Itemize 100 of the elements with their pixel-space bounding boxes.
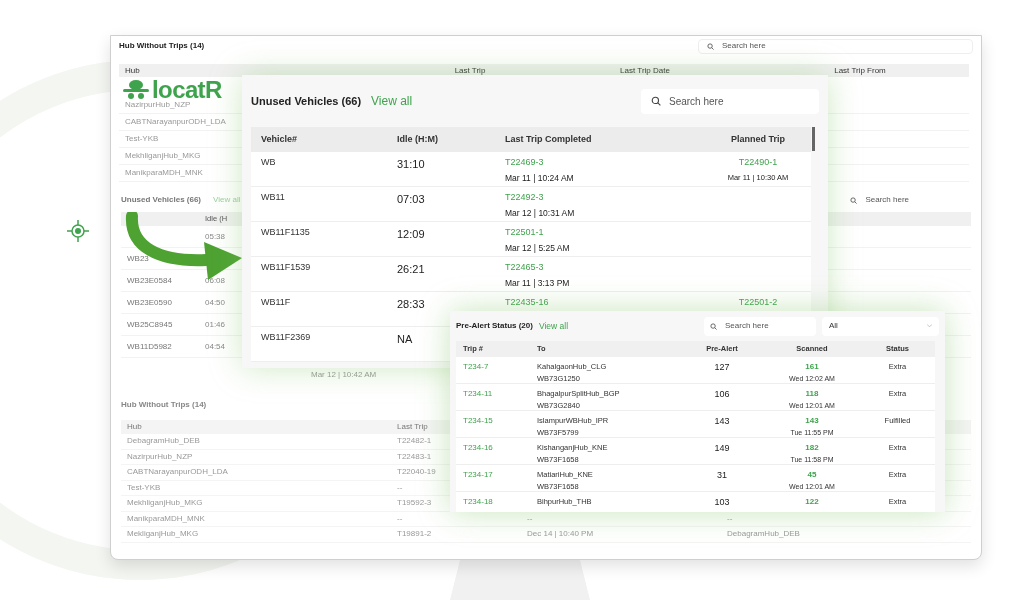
card-title: Unused Vehicles (66)	[251, 93, 362, 109]
table-cell: 04:54	[205, 340, 226, 353]
table-cell: T19891-2	[397, 528, 432, 541]
card-title: Pre-Alert Status (20)	[456, 320, 533, 332]
section-title: Hub Without Trips (14)	[121, 400, 207, 409]
table-cell: WB11D5982	[127, 341, 172, 351]
trip-link[interactable]: T22490-1	[738, 156, 778, 170]
table-cell-text: 07:03	[397, 192, 425, 207]
table-cell-text: 149	[714, 442, 730, 455]
search-icon	[651, 96, 661, 106]
table-cell: 143	[805, 415, 819, 427]
column-header: Last Trip Completed	[505, 132, 592, 146]
table-cell-text: WB	[261, 156, 276, 169]
table-cell: 45	[807, 469, 817, 481]
table-cell-text: 103	[714, 496, 730, 509]
table-cell: 05:38	[205, 230, 226, 243]
search-field[interactable]: Search here	[704, 316, 816, 336]
table-cell-text: 127	[714, 361, 730, 374]
table-cell: Mar 12 | 10:31 AM	[505, 206, 575, 220]
table-cell: WB23E0590	[127, 297, 172, 307]
table-cell: 118	[805, 388, 819, 400]
column-header: Last Trip Date	[620, 64, 670, 77]
trip-link[interactable]: T234-7	[463, 361, 489, 373]
table-cell: ManikparaMDH_MNK	[127, 512, 205, 525]
table-cell: T22482-1	[397, 435, 432, 448]
view-all-link[interactable]: View all	[371, 92, 413, 110]
table-cell: NazirpurHub_NZP	[125, 99, 191, 111]
logo-text: locatR	[152, 78, 222, 102]
table-cell-text: 31:10	[397, 157, 425, 172]
view-all-link[interactable]: View all	[538, 319, 569, 333]
section-title: Hub Without Trips (14)	[119, 40, 205, 52]
search-field[interactable]: Search here	[641, 88, 819, 114]
table-cell: MekhliganjHub_MKG	[127, 497, 203, 510]
trip-link[interactable]: T234-15	[463, 415, 493, 427]
view-all-link[interactable]: View all	[213, 194, 241, 206]
table-cell: MekliganjHub_MKG	[127, 528, 199, 541]
trip-link[interactable]: T22469-3	[505, 156, 544, 170]
column-header: Last Trip From	[834, 64, 886, 77]
table-cell-text: WB11	[261, 191, 285, 204]
table-cell-text: 143	[714, 415, 730, 428]
column-header: Last Trip	[454, 64, 486, 77]
chevron-down-icon	[927, 324, 932, 328]
table-cell: NazirpurHub_NZP	[127, 450, 193, 463]
column-header: Vehicle#	[261, 132, 298, 146]
hat-logo-icon	[123, 79, 149, 101]
table-cell-text: NA	[397, 332, 413, 347]
table-cell-text: WB11F	[261, 296, 291, 309]
table-cell: 04:50	[205, 296, 226, 309]
column-header: Idle (H:M)	[397, 132, 438, 146]
table-cell-text: 31	[717, 469, 727, 482]
column-header: Planned Trip	[731, 132, 785, 146]
table-cell: 122	[805, 496, 819, 508]
column-header: Hub	[127, 421, 142, 433]
table-cell: 01:46	[205, 318, 226, 331]
table-cell-text: 26:21	[397, 262, 425, 277]
trip-link[interactable]: T22501-2	[738, 296, 778, 310]
table-cell-text: WB11F1135	[261, 226, 310, 239]
table-cell-text: WB11F1539	[261, 261, 311, 274]
table-cell: DebagramHub_DEB	[727, 529, 800, 539]
table-cell: --	[397, 481, 403, 494]
table-cell: MekhliganjHub_MKG	[125, 150, 201, 162]
table-cell: WB25C8945	[127, 319, 173, 329]
table-cell: Test-YKB	[127, 481, 161, 494]
trip-link[interactable]: T234-17	[463, 469, 493, 481]
table-cell: 182	[805, 442, 819, 454]
search-field[interactable]: Search here	[698, 38, 973, 54]
table-cell-text: 28:33	[397, 297, 425, 312]
table-cell: CABTNarayanpurODH_LDA	[127, 466, 228, 479]
trip-link[interactable]: T22465-3	[505, 261, 544, 275]
table-cell-text: 12:09	[397, 227, 425, 242]
table-cell: WB23	[127, 253, 149, 263]
table-cell: CABTNarayanpurODH_LDA	[125, 116, 226, 128]
table-cell: 06:08	[205, 274, 226, 287]
table-cell: T22040-19	[397, 466, 436, 479]
crosshair-icon	[67, 220, 89, 242]
trip-link[interactable]: T22492-3	[505, 191, 544, 205]
table-cell-text: 106	[714, 388, 730, 401]
table-cell: T22483-1	[397, 450, 432, 463]
table-cell: Test-YKB	[125, 133, 159, 145]
search-icon	[707, 42, 714, 50]
search-icon	[850, 196, 858, 204]
table-cell: --	[727, 513, 733, 523]
section-title: Unused Vehicles (66)	[121, 194, 202, 206]
table-cell-text: WB11F2369	[261, 331, 311, 344]
table-cell: DebagramHub_DEB	[127, 435, 200, 448]
trip-link[interactable]: T22435-16	[505, 296, 549, 310]
table-cell: --	[527, 513, 533, 523]
table-cell: Mar 12 | 5:25 AM	[505, 241, 570, 255]
column-header: Last Trip	[397, 421, 428, 433]
table-cell: WB23E0584	[127, 275, 172, 285]
trip-link[interactable]: T234-18	[463, 496, 493, 508]
table-cell: Dec 14 | 10:40 PM	[527, 529, 594, 539]
trip-link[interactable]: T22501-1	[505, 226, 544, 240]
trip-link[interactable]: T234-11	[463, 388, 493, 400]
table-cell: Mar 11 | 3:13 PM	[505, 276, 570, 290]
table-cell: --	[397, 512, 403, 525]
status-dropdown[interactable]: All	[822, 316, 939, 336]
scrollbar-thumb[interactable]	[812, 127, 815, 151]
trip-link[interactable]: T234-16	[463, 442, 493, 454]
table-cell: ManikparaMDH_MNK	[125, 167, 203, 179]
